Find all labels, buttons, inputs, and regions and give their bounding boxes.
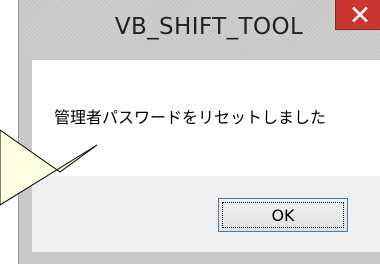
dialog-button-bar: OK — [32, 176, 380, 252]
close-icon — [352, 7, 368, 22]
dialog-titlebar[interactable]: VB_SHIFT_TOOL — [19, 0, 380, 60]
ok-button-label: OK — [271, 206, 295, 225]
dialog-content: 管理者パスワードをリセットしました — [32, 60, 380, 176]
dialog-title: VB_SHIFT_TOOL — [114, 14, 304, 40]
close-button[interactable] — [335, 0, 380, 30]
dialog-message: 管理者パスワードをリセットしました — [54, 108, 327, 127]
ok-button[interactable]: OK — [218, 198, 348, 232]
message-dialog: VB_SHIFT_TOOL 管理者パスワードをリセットしました OK — [18, 0, 380, 264]
